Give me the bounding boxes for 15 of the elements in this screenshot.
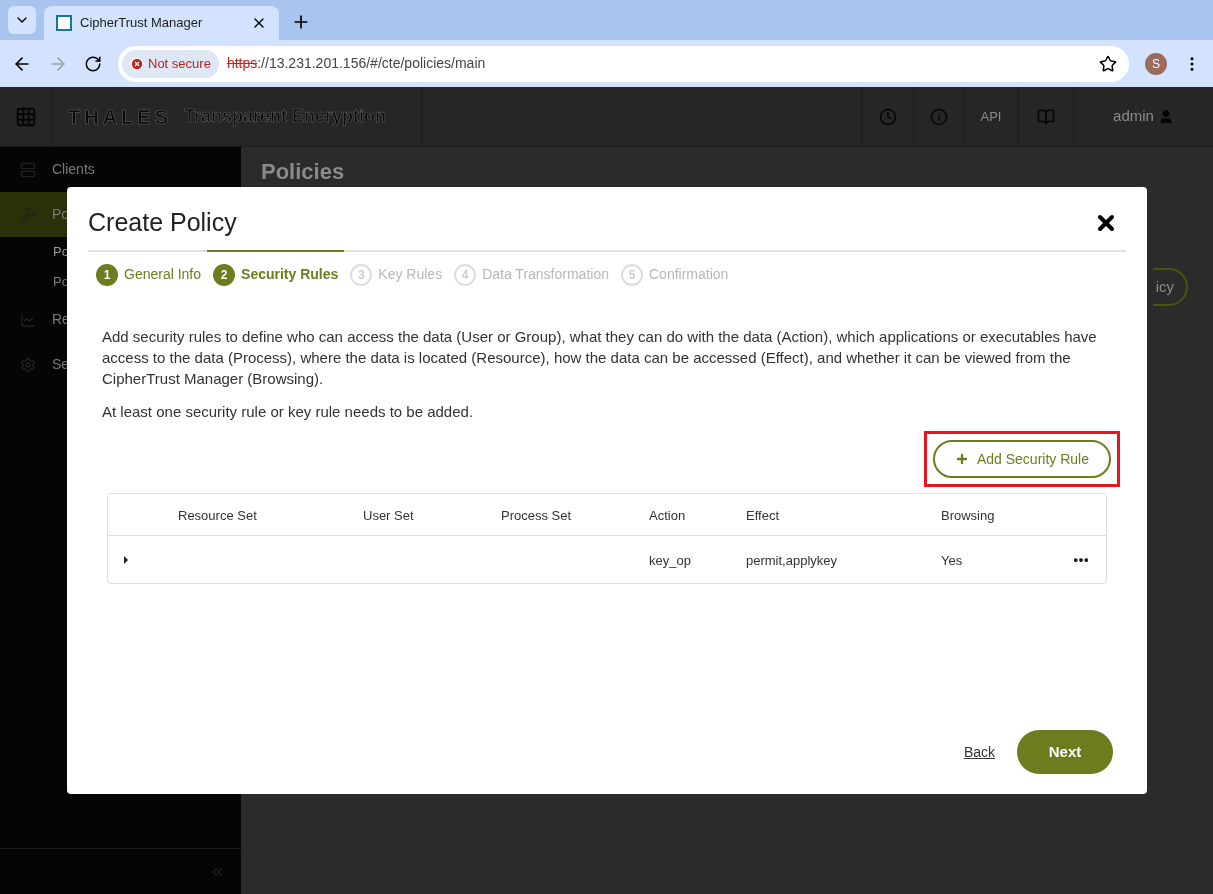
dialog-title: Create Policy xyxy=(88,207,237,238)
column-header: Browsing xyxy=(941,507,995,523)
column-header: Action xyxy=(649,507,686,523)
page-title: Policies xyxy=(261,159,345,184)
note-text: At least one security rule or key rule needs to be added. xyxy=(101,401,475,422)
tab-title: CipherTrust Manager xyxy=(80,14,204,33)
column-header: Resource Set xyxy=(178,507,257,523)
column-header: User Set xyxy=(363,507,414,523)
column-header: Process Set xyxy=(501,507,572,523)
table-cell: permit,applykey xyxy=(746,552,838,568)
description-text: Add security rules to define who can access the data (User or Group), what they can do with the data (Action), which applications or executables have access to the data (Process), where the data is located (Resource), how the data can be accessed (Effect), and whether it can be viewed from the CipherTrust Manager (Browsing). xyxy=(101,326,1098,389)
url-text: https://13.231.201.156/#/cte/policies/main xyxy=(226,54,486,73)
table-cell: Yes xyxy=(941,552,963,568)
column-header: Effect xyxy=(746,507,779,523)
table-cell: key_op xyxy=(649,552,691,568)
